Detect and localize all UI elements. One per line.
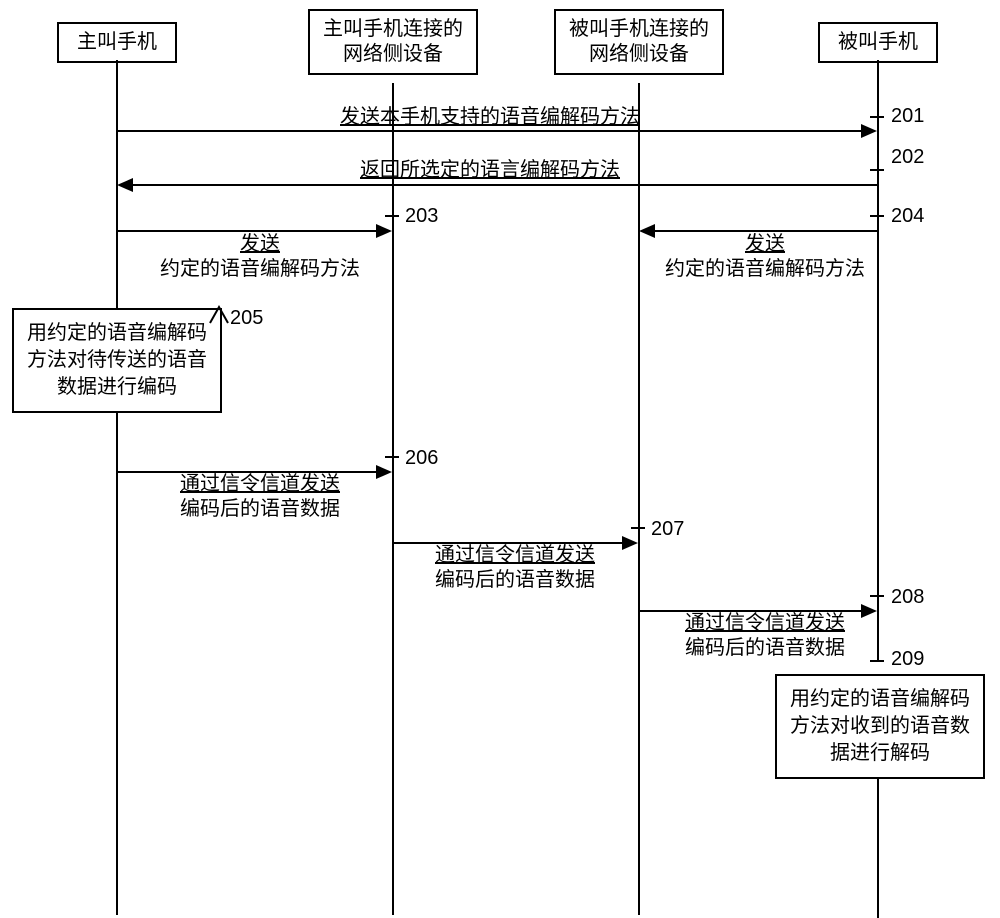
participant-called-label: 被叫手机 xyxy=(838,31,918,53)
step-202-num: 202 xyxy=(891,146,924,169)
step-206-num: 206 xyxy=(405,447,438,470)
tick-209-top xyxy=(870,660,884,662)
participant-called-net-label: 被叫手机连接的网络侧设备 xyxy=(569,18,709,65)
note-205-text: 用约定的语音编解码方法对待传送的语音数据进行编码 xyxy=(27,322,207,398)
tick-202-top xyxy=(870,169,884,171)
participant-called-net: 被叫手机连接的网络侧设备 xyxy=(554,9,724,75)
participant-caller-label: 主叫手机 xyxy=(77,31,157,53)
lifeline-caller-net xyxy=(392,83,394,915)
note-205: 用约定的语音编解码方法对待传送的语音数据进行编码 xyxy=(12,308,222,413)
msg-208-line2: 编码后的语音数据 xyxy=(685,637,845,659)
msg-203-line1: 发送 xyxy=(240,233,280,255)
note-209-text: 用约定的语音编解码方法对收到的语音数据进行解码 xyxy=(790,688,970,764)
msg-203-line2: 约定的语音编解码方法 xyxy=(160,258,360,280)
msg-202-text: 返回所选定的语言编解码方法 xyxy=(360,158,620,183)
lifeline-called-net xyxy=(638,83,640,915)
participant-caller: 主叫手机 xyxy=(57,22,177,63)
step-208-num: 208 xyxy=(891,586,924,609)
tick-207-top xyxy=(631,527,645,529)
step-204-num: 204 xyxy=(891,205,924,228)
participant-caller-net: 主叫手机连接的网络侧设备 xyxy=(308,9,478,75)
participant-caller-net-label: 主叫手机连接的网络侧设备 xyxy=(323,18,463,65)
tick-204-top xyxy=(870,215,884,217)
lifeline-called-lower xyxy=(877,768,879,918)
note-209: 用约定的语音编解码方法对收到的语音数据进行解码 xyxy=(775,674,985,779)
tick-206-top xyxy=(385,456,399,458)
msg-208-line1: 通过信令信道发送 xyxy=(685,612,845,634)
msg-204-line2: 约定的语音编解码方法 xyxy=(665,258,865,280)
participant-called: 被叫手机 xyxy=(818,22,938,63)
step-209-num: 209 xyxy=(891,648,924,671)
tick-201-top xyxy=(870,116,884,118)
msg-201-text: 发送本手机支持的语音编解码方法 xyxy=(340,105,640,130)
msg-208-block: 通过信令信道发送 编码后的语音数据 xyxy=(665,611,865,661)
step-201-num: 201 xyxy=(891,105,924,128)
tick-203-top xyxy=(385,215,399,217)
step-205-num: 205 xyxy=(230,307,263,330)
step-203-num: 203 xyxy=(405,205,438,228)
msg-207-block: 通过信令信道发送 编码后的语音数据 xyxy=(415,543,615,593)
msg-204-line1: 发送 xyxy=(745,233,785,255)
msg-206-line1: 通过信令信道发送 xyxy=(180,473,340,495)
msg-206-line2: 编码后的语音数据 xyxy=(180,498,340,520)
msg-207-line2: 编码后的语音数据 xyxy=(435,569,595,591)
msg-206-block: 通过信令信道发送 编码后的语音数据 xyxy=(150,472,370,522)
tick-208-top xyxy=(870,595,884,597)
sequence-diagram: 主叫手机 主叫手机连接的网络侧设备 被叫手机连接的网络侧设备 被叫手机 发送本手… xyxy=(0,0,1000,831)
step-207-num: 207 xyxy=(651,518,684,541)
msg-204-block: 发送 约定的语音编解码方法 xyxy=(655,232,875,282)
msg-203-block: 发送 约定的语音编解码方法 xyxy=(150,232,370,282)
msg-207-line1: 通过信令信道发送 xyxy=(435,544,595,566)
lifeline-called xyxy=(877,60,879,660)
pointer-205 xyxy=(210,305,228,323)
